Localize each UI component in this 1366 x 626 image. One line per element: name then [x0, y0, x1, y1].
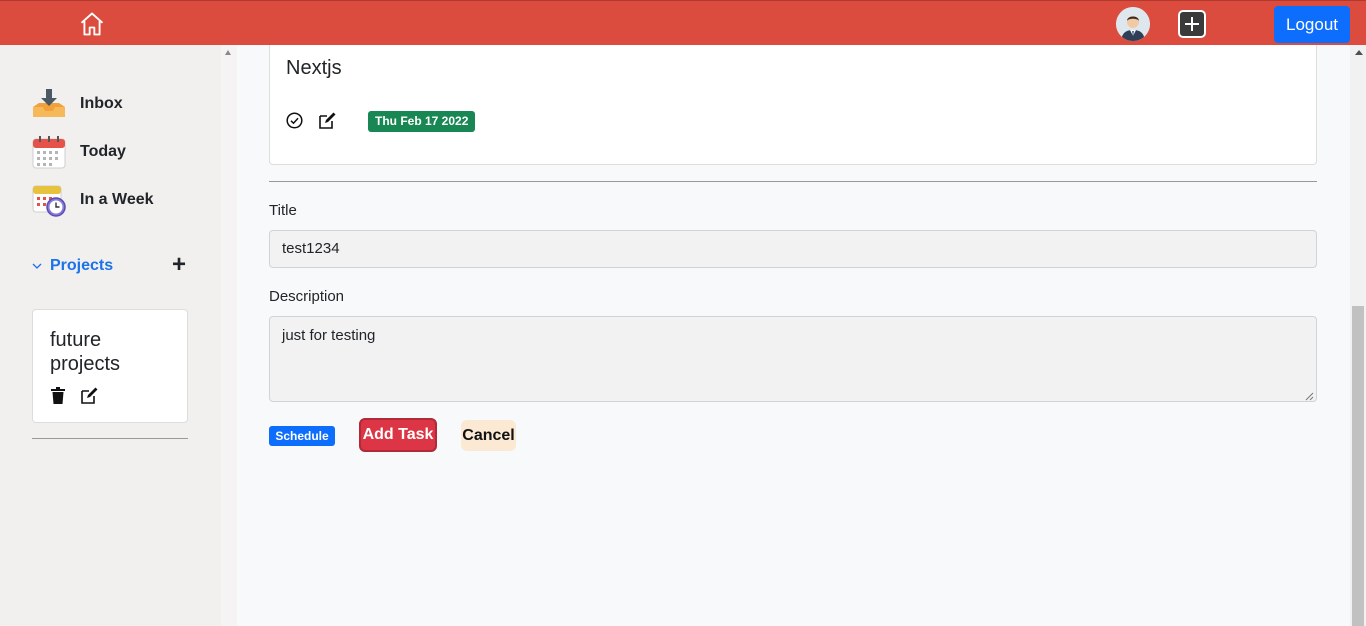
home-icon[interactable]	[78, 10, 106, 38]
logout-button[interactable]: Logout	[1274, 6, 1350, 43]
add-task-button[interactable]: Add Task	[359, 418, 437, 452]
schedule-button[interactable]: Schedule	[269, 426, 335, 446]
sidebar-scroll-up-icon[interactable]	[225, 50, 231, 55]
project-card[interactable]: future projects	[32, 309, 188, 423]
sidebar-item-label: In a Week	[80, 191, 154, 208]
sidebar-item-inbox[interactable]: Inbox	[32, 86, 123, 122]
description-label: Description	[269, 288, 345, 305]
user-avatar[interactable]	[1116, 7, 1150, 41]
chevron-down-icon[interactable]	[32, 261, 42, 271]
sidebar-item-in-a-week[interactable]: In a Week	[32, 182, 154, 218]
inbox-tray-icon	[32, 87, 66, 121]
calendar-clock-icon	[32, 183, 66, 217]
sidebar-divider	[32, 438, 188, 439]
add-project-button[interactable]: +	[172, 253, 188, 277]
title-input[interactable]: test1234	[269, 230, 1317, 268]
project-name[interactable]: future projects	[50, 328, 170, 376]
sidebar-item-label: Inbox	[80, 95, 123, 112]
trash-icon[interactable]	[51, 387, 65, 404]
title-label: Title	[269, 202, 297, 219]
main-divider	[269, 181, 1317, 182]
top-navbar: Logout	[0, 0, 1366, 45]
projects-header[interactable]: Projects +	[32, 253, 188, 278]
projects-label[interactable]: Projects	[50, 257, 113, 275]
calendar-icon	[32, 135, 66, 169]
check-circle-icon[interactable]	[286, 112, 303, 129]
add-task-icon[interactable]	[1178, 10, 1206, 38]
main-scroll-up-icon[interactable]	[1355, 50, 1363, 55]
resize-grip-icon[interactable]	[1303, 388, 1314, 401]
sidebar-scrollbar[interactable]	[221, 45, 237, 626]
due-date-badge: Thu Feb 17 2022	[368, 111, 476, 132]
task-title: Nextjs	[286, 57, 342, 79]
edit-icon[interactable]	[318, 111, 337, 130]
sidebar-item-label: Today	[80, 143, 126, 160]
sidebar-item-today[interactable]: Today	[32, 134, 126, 170]
task-card: Nextjs Thu Feb 17 2022	[269, 45, 1317, 165]
description-textarea[interactable]: just for testing	[269, 316, 1317, 402]
main-scrollbar-thumb[interactable]	[1352, 306, 1364, 626]
edit-icon[interactable]	[80, 386, 99, 405]
cancel-button[interactable]: Cancel	[461, 420, 516, 451]
